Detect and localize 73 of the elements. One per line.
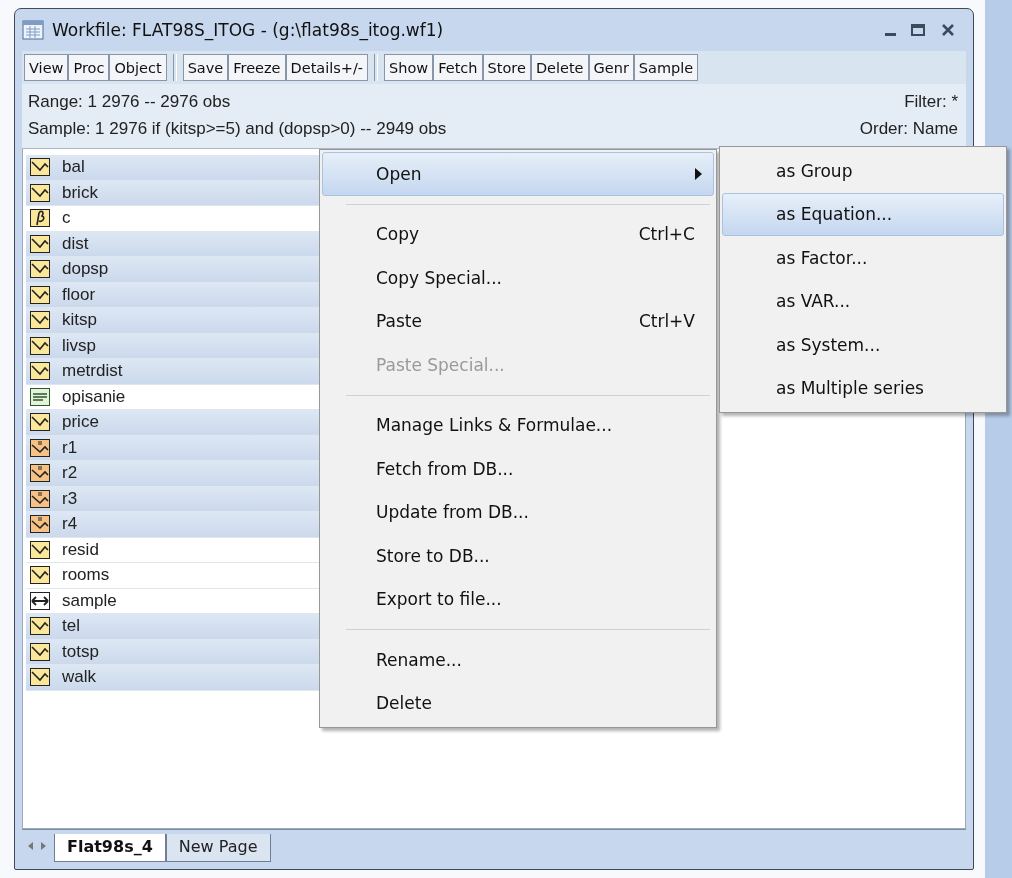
object-name: r4 — [62, 514, 78, 535]
series-icon — [30, 234, 50, 253]
object-name: brick — [62, 182, 98, 203]
page-tab[interactable]: New Page — [165, 834, 271, 862]
object-name: r2 — [62, 463, 78, 484]
series-icon — [30, 362, 50, 381]
object-name: livsp — [62, 335, 96, 356]
object-name: r1 — [62, 437, 78, 458]
series-icon — [30, 158, 50, 177]
close-icon — [940, 22, 956, 38]
scroll-arrows-icon — [26, 840, 48, 852]
object-name: price — [62, 412, 99, 433]
series-icon — [30, 260, 50, 279]
filter-text: Filter: * — [904, 91, 958, 113]
series-icon — [30, 617, 50, 636]
object-name: opisanie — [62, 386, 126, 407]
order-text: Order: Name — [859, 118, 958, 140]
formula-series-icon — [30, 438, 50, 457]
object-name: dopsp — [62, 259, 109, 280]
object-name: dist — [62, 233, 89, 254]
page-tab[interactable]: Flat98s_4 — [54, 834, 166, 862]
series-icon — [30, 413, 50, 432]
series-icon — [30, 642, 50, 661]
toolbar-button[interactable]: Fetch — [433, 54, 483, 81]
series-icon — [30, 540, 50, 559]
window-title: Workfile: FLAT98S_ITOG - (g:\flat98s_itog.wf1) — [52, 20, 445, 40]
toolbar-button[interactable]: Freeze — [228, 54, 286, 81]
series-icon — [30, 336, 50, 355]
coefficient-icon — [30, 209, 50, 228]
toolbar-button[interactable]: Sample — [633, 54, 699, 81]
object-name: floor — [62, 284, 96, 305]
sample-text: Sample: 1 2976 if (kitsp>=5) and (dopsp>0) -- 2949 obs — [28, 118, 447, 140]
object-name: rooms — [62, 565, 110, 586]
range-text: Range: 1 2976 -- 2976 obs — [28, 91, 231, 113]
formula-series-icon — [30, 515, 50, 534]
formula-series-icon — [30, 489, 50, 508]
object-name: r3 — [62, 488, 78, 509]
arrows-icon — [30, 591, 50, 610]
object-name: totsp — [62, 641, 99, 662]
workfile-icon — [22, 20, 44, 40]
toolbar-button[interactable]: Store — [482, 54, 531, 81]
toolbar-button[interactable]: Delete — [530, 54, 589, 81]
series-icon — [30, 183, 50, 202]
series-icon — [30, 566, 50, 585]
minimize-icon — [885, 32, 896, 36]
toolbar-button[interactable]: Proc — [68, 54, 110, 81]
object-name: sample — [62, 590, 117, 611]
submenu-item[interactable]: as System... — [722, 323, 1004, 367]
submenu-item[interactable]: as VAR... — [722, 279, 1004, 323]
series-icon — [30, 668, 50, 687]
submenu-item[interactable]: as Equation... — [722, 192, 1004, 236]
series-icon — [30, 311, 50, 330]
toolbar-button[interactable]: Details+/- — [285, 54, 369, 81]
menu-item[interactable]: Open — [322, 152, 714, 196]
submenu-item[interactable]: as Group — [722, 149, 1004, 193]
series-icon — [30, 285, 50, 304]
toolbar-button[interactable]: Genr — [588, 54, 634, 81]
object-name: kitsp — [62, 310, 97, 331]
toolbar-button[interactable]: Object — [109, 54, 167, 81]
object-name: bal — [62, 157, 85, 178]
object-name: resid — [62, 539, 99, 560]
toolbar-button[interactable]: Show — [384, 54, 434, 81]
object-name: metrdist — [62, 361, 123, 382]
submenu-item[interactable]: as Multiple series — [722, 366, 1004, 410]
toolbar-button[interactable]: View — [24, 54, 69, 81]
formula-series-icon — [30, 464, 50, 483]
object-name: walk — [62, 667, 96, 688]
toolbar-button[interactable]: Save — [182, 54, 229, 81]
maximize-icon — [910, 22, 926, 38]
text-icon — [30, 387, 50, 406]
submenu-item[interactable]: as Factor... — [722, 236, 1004, 280]
object-name: c — [62, 208, 71, 229]
object-name: tel — [62, 616, 80, 637]
